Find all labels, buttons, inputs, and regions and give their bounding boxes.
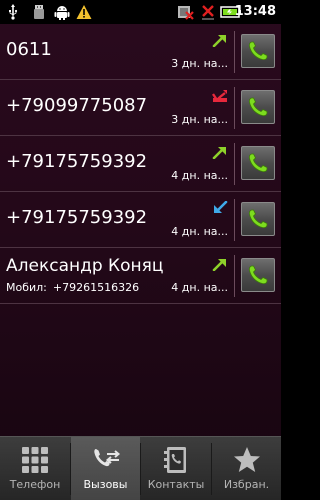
call-log-row[interactable]: Александр Коняц Мобил: +79261516326 4 дн.…: [0, 248, 281, 304]
phone-handset-icon: [248, 41, 268, 61]
number-type-label: Мобил:: [6, 281, 47, 294]
call-log-row[interactable]: 0611 3 дн. на...: [0, 24, 281, 80]
call-time: 4 дн. на...: [171, 169, 228, 182]
call-button[interactable]: [241, 34, 275, 68]
call-button[interactable]: [241, 146, 275, 180]
phone-number: +79261516326: [52, 281, 140, 294]
status-bar: 13:48: [0, 0, 281, 24]
android-icon: [54, 6, 70, 20]
row-divider: [234, 31, 235, 73]
bottom-tab-bar: Телефон Вызовы Контакты Избран.: [0, 436, 281, 500]
call-button[interactable]: [241, 90, 275, 124]
call-log-row[interactable]: +79099775087 3 дн. на...: [0, 80, 281, 136]
dialpad-icon: [22, 447, 48, 473]
tab-calls[interactable]: Вызовы: [71, 437, 140, 500]
row-divider: [234, 87, 235, 129]
tab-contacts[interactable]: Контакты: [141, 437, 211, 500]
call-log-row[interactable]: +79175759392 4 дн. на...: [0, 192, 281, 248]
call-button[interactable]: [241, 202, 275, 236]
call-name: 0611: [6, 39, 52, 60]
phone-handset-icon: [248, 97, 268, 117]
tab-label: Телефон: [9, 478, 61, 491]
incoming-call-icon: [214, 201, 228, 213]
row-divider: [234, 199, 235, 241]
call-time: 3 дн. на...: [171, 57, 228, 70]
missed-call-icon: [212, 90, 227, 102]
phone-handset-icon: [248, 209, 268, 229]
usb-icon: [9, 4, 18, 20]
tab-label: Контакты: [147, 478, 205, 491]
star-icon: [233, 447, 260, 472]
tab-phone[interactable]: Телефон: [0, 437, 70, 500]
call-name: Александр Коняц: [6, 256, 164, 276]
call-log-row[interactable]: +79175759392 4 дн. на...: [0, 136, 281, 192]
no-signal-icon: [202, 5, 214, 20]
phone-handset-icon: [248, 265, 268, 285]
tab-label: Вызовы: [83, 478, 128, 491]
warning-icon: [76, 5, 92, 19]
no-sim-icon: [178, 6, 194, 20]
row-divider: [234, 143, 235, 185]
phone-handset-icon: [248, 153, 268, 173]
call-name: +79175759392: [6, 151, 148, 172]
status-time: 13:48: [234, 4, 276, 19]
call-button[interactable]: [241, 258, 275, 292]
call-time: 4 дн. на...: [171, 281, 228, 294]
usb-stick-icon: [34, 5, 44, 19]
outgoing-call-icon: [212, 147, 226, 159]
tab-label: Избран.: [223, 478, 270, 491]
call-log-icon: [93, 449, 120, 467]
outgoing-call-icon: [212, 35, 226, 47]
call-subtitle: Мобил: +79261516326: [6, 281, 139, 294]
row-divider: [234, 255, 235, 297]
outgoing-call-icon: [212, 259, 226, 271]
call-time: 3 дн. на...: [171, 113, 228, 126]
tab-favorites[interactable]: Избран.: [212, 437, 281, 500]
contacts-icon: [164, 447, 186, 473]
phone-screen: 13:48 0611 3 дн. на... +79099775087 3 дн…: [0, 0, 281, 500]
call-name: +79175759392: [6, 207, 148, 228]
call-log-list[interactable]: 0611 3 дн. на... +79099775087 3 дн. на..…: [0, 24, 281, 304]
call-time: 4 дн. на...: [171, 225, 228, 238]
call-name: +79099775087: [6, 95, 148, 116]
